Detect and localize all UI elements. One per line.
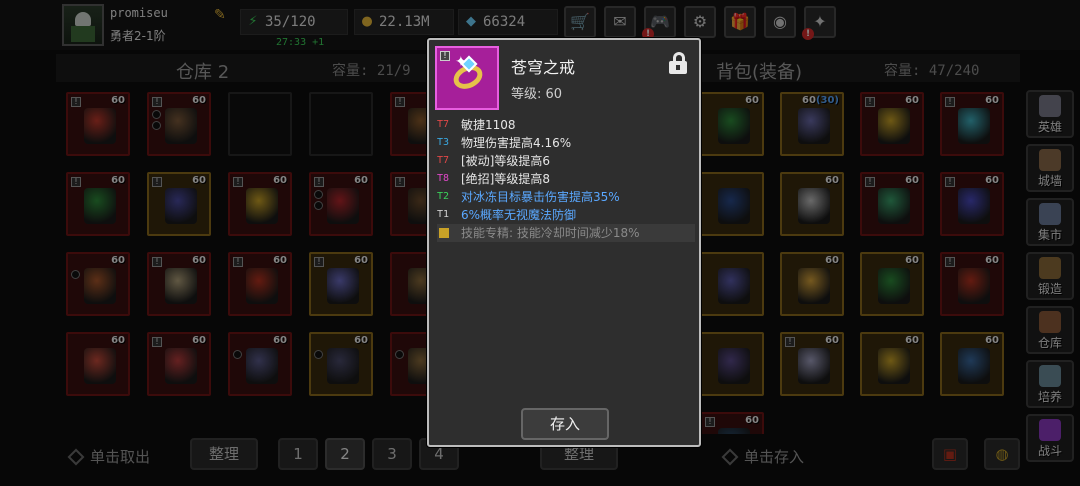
item-mark-icon: ! xyxy=(440,51,450,61)
attribute-tier: T7 xyxy=(437,155,450,166)
attribute-tier: T8 xyxy=(437,173,450,184)
attribute-tier: T3 xyxy=(437,137,450,148)
item-icon: ! ✦ xyxy=(435,46,499,110)
attribute-text: [绝招]等级提高8 xyxy=(461,172,550,186)
attribute-row: T3 物理伤害提高4.16% xyxy=(437,134,695,152)
item-name: 苍穹之戒 xyxy=(511,58,576,77)
item-detail-popup: ! ✦ 苍穹之戒 等级: 60 T7 敏捷1108 T3 物理伤害提高4.16% T7 [… xyxy=(427,38,701,447)
sparkle-icon: ✦ xyxy=(455,54,467,70)
unlock-icon[interactable] xyxy=(669,52,687,74)
attribute-row: T8 [绝招]等级提高8 xyxy=(437,170,695,188)
attribute-row: T2 对冰冻目标暴击伤害提高35% xyxy=(437,188,695,206)
attribute-row: T7 敏捷1108 xyxy=(437,116,695,134)
attribute-row: T7 [被动]等级提高6 xyxy=(437,152,695,170)
attribute-tier: T7 xyxy=(437,119,450,130)
store-button[interactable]: 存入 xyxy=(521,408,609,440)
attribute-text: 敏捷1108 xyxy=(461,118,516,132)
attribute-text: 6%概率无视魔法防御 xyxy=(461,208,577,222)
skill-specialization-text: 技能专精: 技能冷却时间减少18% xyxy=(461,226,640,240)
attribute-row: T1 6%概率无视魔法防御 xyxy=(437,206,695,224)
attribute-tier: T1 xyxy=(437,209,450,220)
item-level: 等级: 60 xyxy=(511,87,563,102)
item-attributes: T7 敏捷1108 T3 物理伤害提高4.16% T7 [被动]等级提高6 T8 [绝招]等级… xyxy=(437,116,695,242)
book-icon xyxy=(439,228,449,238)
attribute-tier: T2 xyxy=(437,191,450,202)
attribute-text: 物理伤害提高4.16% xyxy=(461,136,572,150)
skill-specialization-row: 技能专精: 技能冷却时间减少18% xyxy=(437,224,695,242)
attribute-text: [被动]等级提高6 xyxy=(461,154,550,168)
attribute-text: 对冰冻目标暴击伤害提高35% xyxy=(461,190,620,204)
